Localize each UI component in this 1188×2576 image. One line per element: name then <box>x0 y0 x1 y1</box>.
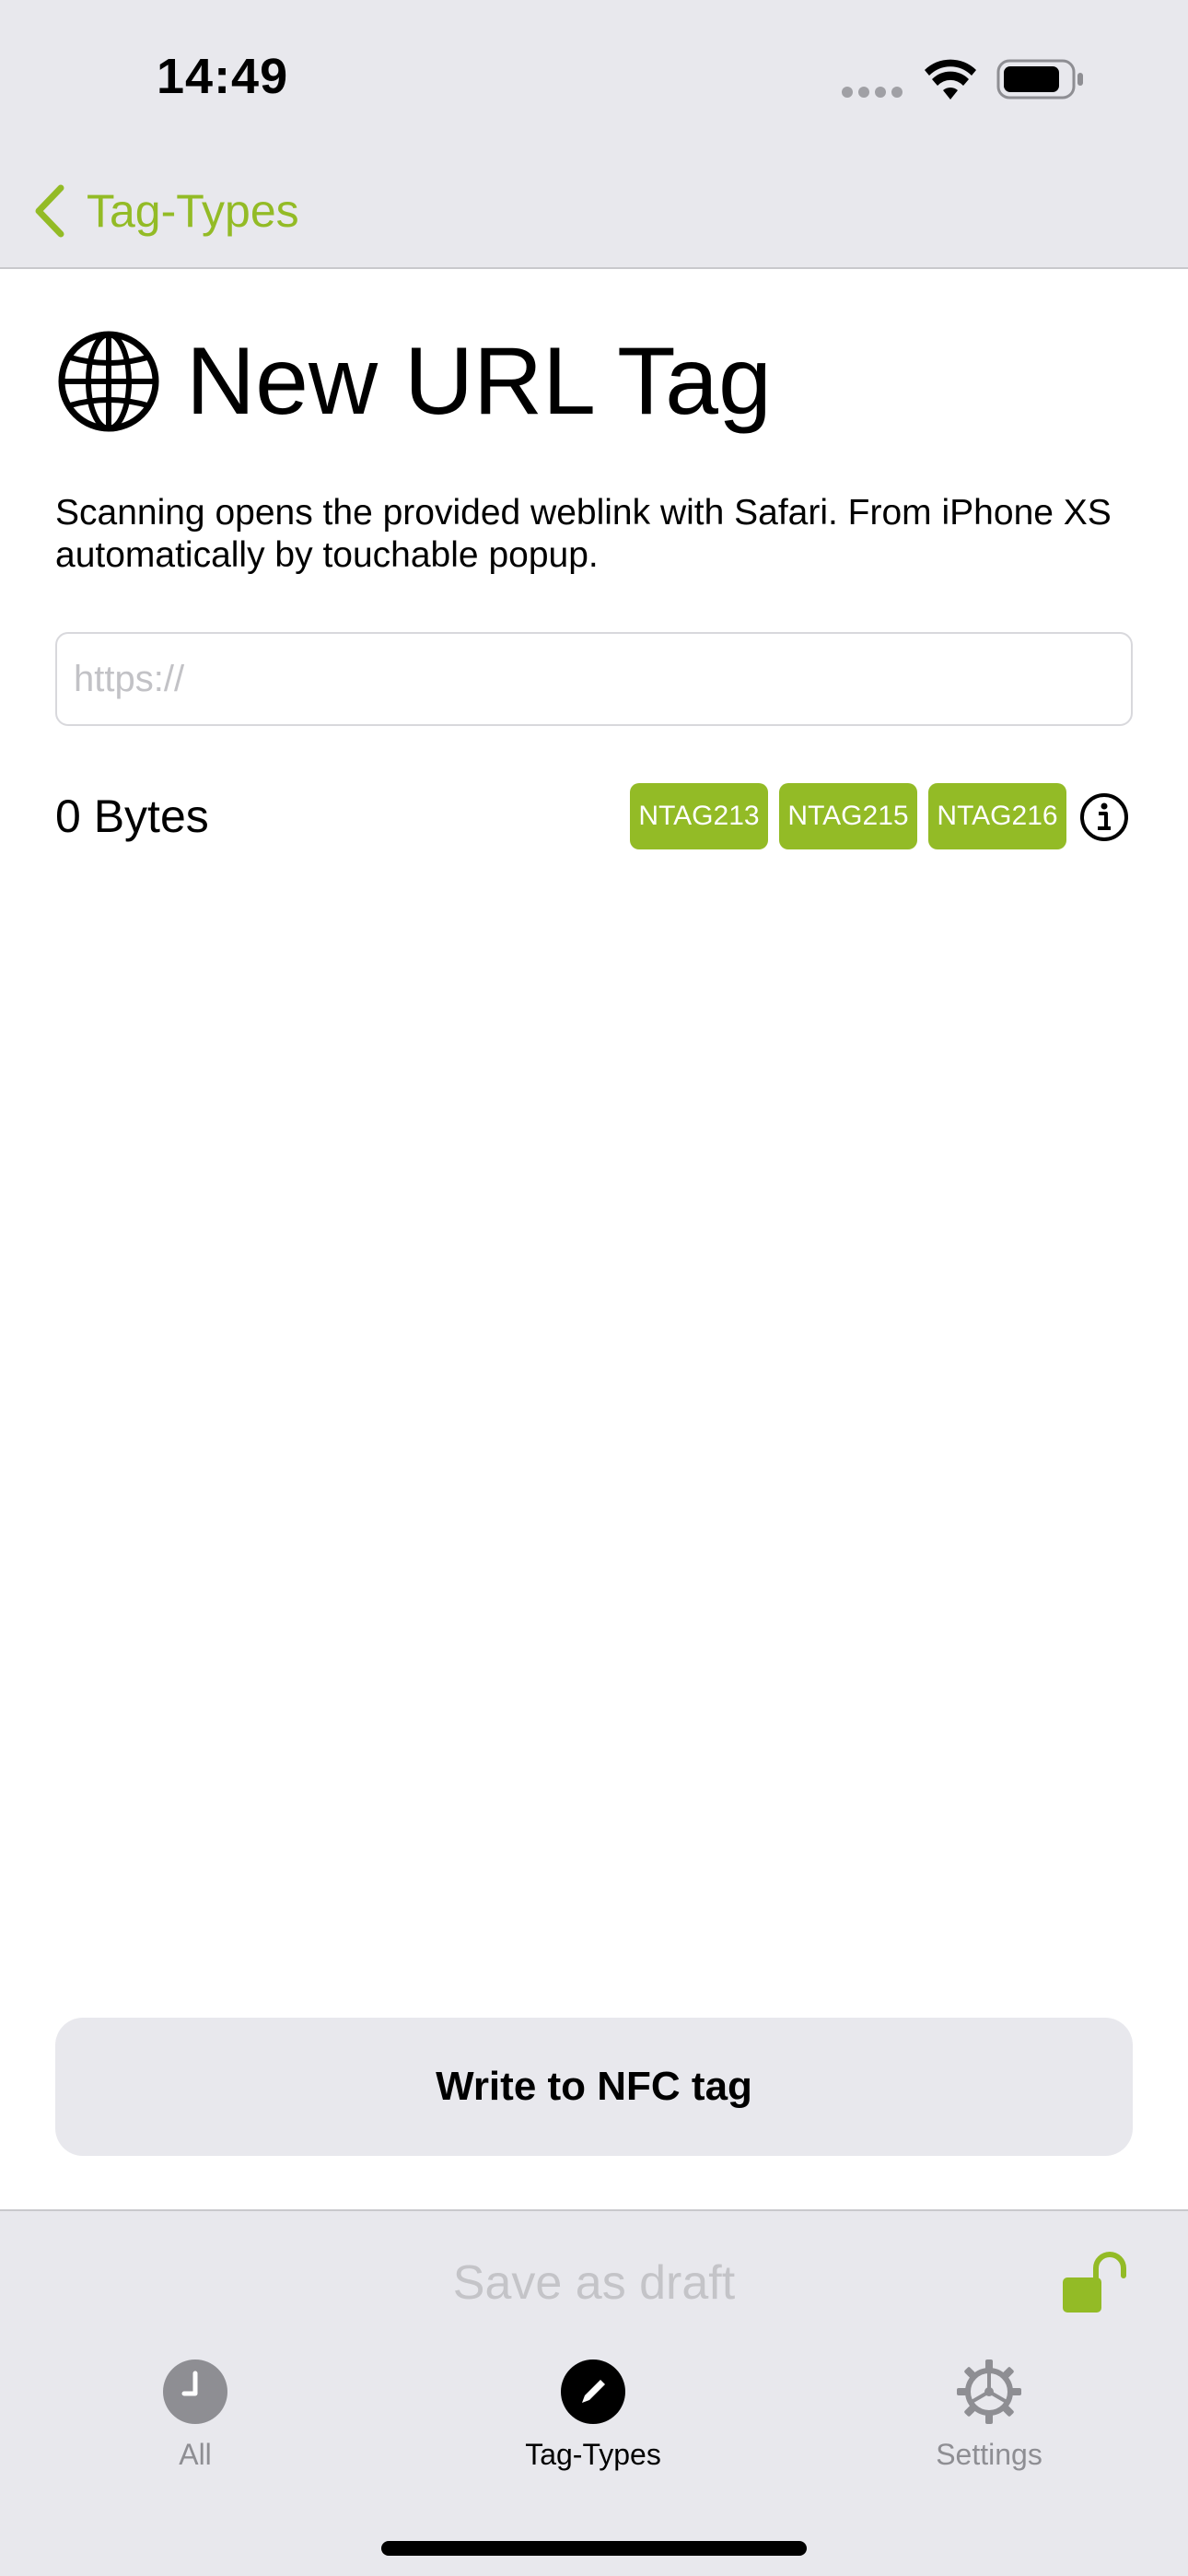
url-input[interactable] <box>55 632 1133 726</box>
byte-size-label: 0 Bytes <box>55 790 209 842</box>
battery-icon <box>996 59 1083 100</box>
back-button[interactable]: Tag-Types <box>31 179 299 243</box>
tab-settings-label: Settings <box>936 2438 1042 2471</box>
tag-chip-ntag215: NTAG215 <box>779 783 917 849</box>
save-draft-button[interactable]: Save as draft <box>0 2255 1188 2311</box>
clock-icon <box>163 2359 227 2424</box>
tab-all-label: All <box>179 2438 212 2471</box>
cellular-signal-icon <box>842 87 904 100</box>
chevron-left-icon <box>35 184 64 238</box>
tag-chip-ntag213: NTAG213 <box>630 783 768 849</box>
wifi-icon <box>925 59 976 100</box>
home-indicator <box>381 2541 807 2556</box>
globe-icon <box>58 331 159 432</box>
tag-description: Scanning opens the provided weblink with… <box>55 493 1112 575</box>
back-button-label: Tag-Types <box>87 185 299 237</box>
tab-tag-types-label: Tag-Types <box>525 2438 661 2471</box>
pencil-icon <box>561 2359 625 2424</box>
tag-chip-ntag216: NTAG216 <box>928 783 1066 849</box>
tab-all[interactable]: All <box>76 2359 315 2488</box>
unlocked-lock-icon[interactable] <box>1059 2252 1131 2316</box>
info-icon[interactable] <box>1079 792 1129 842</box>
status-time: 14:49 <box>157 49 289 104</box>
write-nfc-button[interactable]: Write to NFC tag <box>55 2018 1133 2156</box>
tab-settings[interactable]: Settings <box>869 2359 1109 2488</box>
page-title: New URL Tag <box>186 328 772 435</box>
gear-icon <box>957 2359 1021 2424</box>
tab-tag-types[interactable]: Tag-Types <box>473 2359 713 2488</box>
